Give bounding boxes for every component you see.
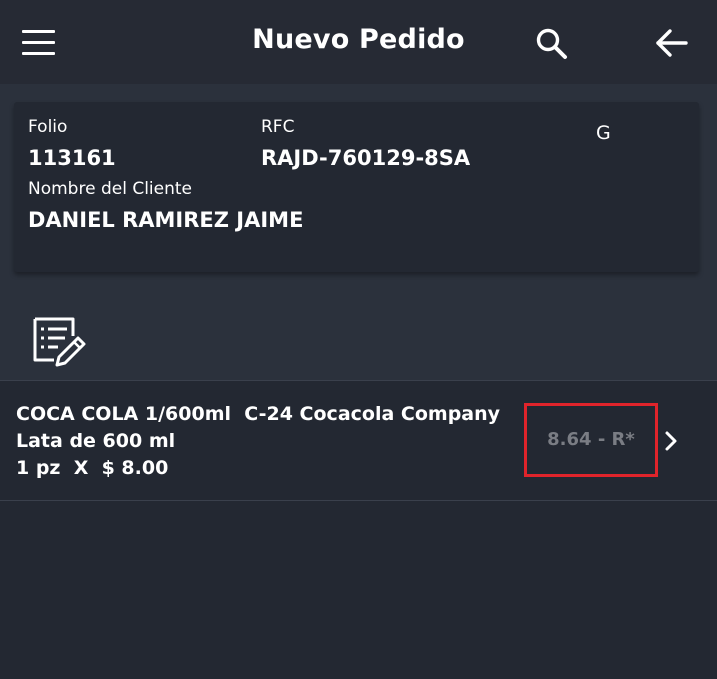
order-items-list: COCA COLA 1/600ml C-24 Cocacola Company … bbox=[0, 380, 717, 679]
search-icon[interactable] bbox=[534, 26, 570, 62]
folio-value: 113161 bbox=[28, 146, 116, 170]
client-name-value: DANIEL RAMIREZ JAIME bbox=[28, 208, 304, 232]
rfc-value: RAJD-760129-8SA bbox=[261, 146, 471, 170]
client-name-label: Nombre del Cliente bbox=[28, 179, 192, 199]
product-presentation: Lata de 600 ml bbox=[16, 430, 176, 452]
product-quantity-price: 1 pz X $ 8.00 bbox=[16, 457, 169, 479]
product-total: 8.64 - R* bbox=[547, 429, 635, 450]
divider bbox=[0, 500, 717, 501]
notes-edit-icon[interactable] bbox=[32, 316, 88, 368]
page-title: Nuevo Pedido bbox=[252, 24, 465, 55]
chevron-right-icon[interactable] bbox=[663, 430, 679, 452]
arrow-left-icon[interactable] bbox=[654, 28, 688, 58]
client-type-badge: G bbox=[596, 122, 611, 144]
rfc-label: RFC bbox=[261, 117, 295, 137]
client-card: Folio 113161 RFC RAJD-760129-8SA G Nombr… bbox=[14, 102, 699, 272]
product-description: COCA COLA 1/600ml C-24 Cocacola Company bbox=[16, 403, 501, 425]
product-row[interactable]: COCA COLA 1/600ml C-24 Cocacola Company … bbox=[0, 381, 717, 501]
price-highlight-box: 8.64 - R* bbox=[524, 403, 658, 477]
app-bar: Nuevo Pedido bbox=[0, 0, 717, 84]
folio-label: Folio bbox=[28, 117, 68, 137]
